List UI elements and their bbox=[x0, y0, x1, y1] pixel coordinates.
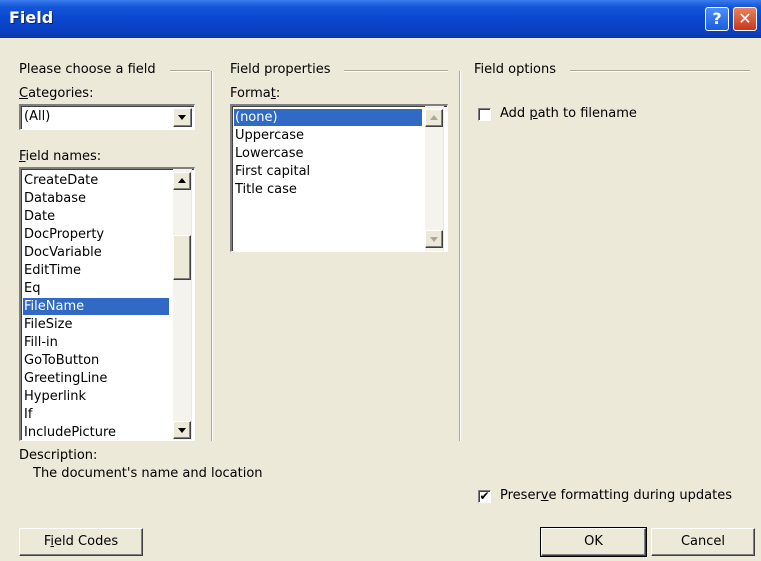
format-label: Format: bbox=[230, 86, 281, 101]
list-item[interactable]: Title case bbox=[234, 181, 297, 198]
categories-label: Categories: bbox=[19, 86, 94, 101]
list-item[interactable]: Eq bbox=[23, 280, 40, 297]
title-bar[interactable]: Field ? ✕ bbox=[0, 0, 761, 38]
list-item[interactable]: Hyperlink bbox=[23, 388, 86, 405]
field-names-scrollbar[interactable] bbox=[173, 169, 192, 440]
field-options-group-title: Field options bbox=[474, 62, 557, 77]
chevron-up-icon bbox=[178, 178, 186, 183]
scroll-up-button[interactable] bbox=[173, 172, 191, 190]
list-item[interactable]: Lowercase bbox=[234, 145, 304, 162]
list-item[interactable]: Uppercase bbox=[234, 127, 304, 144]
list-item[interactable]: CreateDate bbox=[23, 172, 98, 189]
list-item[interactable]: GoToButton bbox=[23, 352, 99, 369]
ok-button[interactable]: OK bbox=[540, 527, 647, 557]
choose-field-group-title: Please choose a field bbox=[19, 62, 156, 77]
scroll-up-button[interactable] bbox=[425, 109, 443, 127]
categories-dropdown-button[interactable] bbox=[173, 108, 192, 127]
field-properties-group-line bbox=[344, 70, 448, 72]
list-item[interactable]: DocProperty bbox=[23, 226, 104, 243]
list-item[interactable]: Date bbox=[23, 208, 55, 225]
field-codes-button[interactable]: Field Codes bbox=[19, 528, 143, 556]
list-item[interactable]: IncludePicture bbox=[23, 424, 116, 439]
field-dialog: Field ? ✕ Please choose a field Field pr… bbox=[0, 0, 761, 561]
chevron-down-icon bbox=[178, 115, 186, 120]
list-item[interactable]: Fill-in bbox=[23, 334, 58, 351]
add-path-label[interactable]: Add path to filename bbox=[500, 106, 637, 121]
field-names-list[interactable]: CreateDate Database Date DocProperty Doc… bbox=[19, 167, 195, 441]
list-item[interactable]: DocVariable bbox=[23, 244, 102, 261]
categories-value: (All) bbox=[24, 109, 51, 124]
format-list[interactable]: (none) Uppercase Lowercase First capital… bbox=[230, 104, 448, 252]
list-item[interactable]: Database bbox=[23, 190, 86, 207]
chevron-down-icon bbox=[430, 237, 438, 242]
help-button[interactable]: ? bbox=[705, 7, 729, 31]
field-names-label: Field names: bbox=[19, 149, 102, 164]
list-item-selected[interactable]: (none) bbox=[234, 109, 422, 126]
categories-dropdown[interactable]: (All) bbox=[19, 104, 195, 130]
scrollbar-thumb[interactable] bbox=[173, 235, 191, 280]
preserve-formatting-checkbox[interactable]: ✔ bbox=[478, 490, 491, 503]
list-item-selected[interactable]: FileName bbox=[23, 298, 169, 315]
format-scrollbar[interactable] bbox=[425, 106, 444, 251]
list-item[interactable]: EditTime bbox=[23, 262, 81, 279]
scrollbar-track[interactable] bbox=[173, 169, 191, 440]
description-label: Description: bbox=[19, 448, 98, 463]
field-options-group-line bbox=[570, 70, 750, 72]
separator-left bbox=[211, 71, 213, 441]
close-button[interactable]: ✕ bbox=[733, 7, 757, 31]
checkmark-icon: ✔ bbox=[479, 489, 490, 503]
list-item[interactable]: FileSize bbox=[23, 316, 72, 333]
scroll-down-button[interactable] bbox=[173, 421, 191, 439]
chevron-down-icon bbox=[178, 428, 186, 433]
preserve-formatting-label[interactable]: Preserve formatting during updates bbox=[500, 488, 732, 503]
window-title: Field bbox=[9, 8, 54, 27]
field-properties-group-title: Field properties bbox=[230, 62, 331, 77]
list-item[interactable]: First capital bbox=[234, 163, 310, 180]
scroll-down-button[interactable] bbox=[425, 230, 443, 248]
separator-right bbox=[459, 71, 461, 441]
choose-field-group-line bbox=[170, 70, 210, 72]
list-item[interactable]: GreetingLine bbox=[23, 370, 107, 387]
description-text: The document's name and location bbox=[33, 466, 263, 481]
add-path-checkbox[interactable] bbox=[478, 108, 491, 121]
cancel-button[interactable]: Cancel bbox=[651, 528, 755, 556]
list-item[interactable]: If bbox=[23, 406, 32, 423]
chevron-up-icon bbox=[430, 115, 438, 120]
